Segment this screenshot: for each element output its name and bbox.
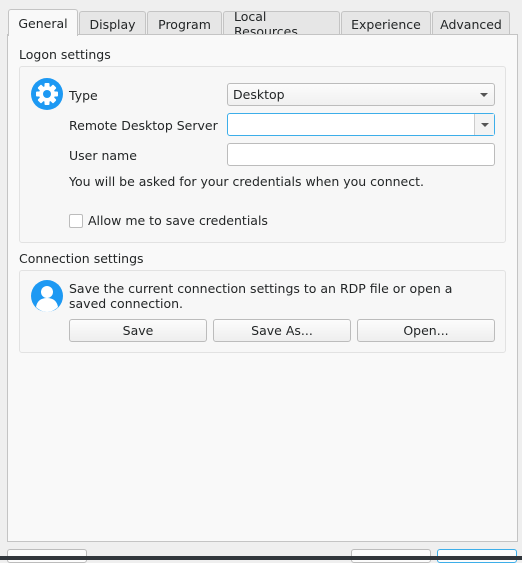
connection-description: Save the current connection settings to … bbox=[69, 281, 453, 311]
credentials-info: You will be asked for your credentials w… bbox=[69, 174, 424, 189]
taskbar bbox=[0, 556, 522, 560]
open-button-label: Open... bbox=[403, 323, 449, 338]
connection-settings-title: Connection settings bbox=[19, 251, 144, 266]
server-dropdown-button[interactable] bbox=[474, 114, 494, 135]
chevron-down-icon bbox=[480, 93, 488, 97]
tab-label: Advanced bbox=[440, 16, 502, 32]
allow-save-credentials-checkbox[interactable] bbox=[69, 214, 83, 228]
tab-label: Program bbox=[158, 16, 211, 32]
tab-label: Display bbox=[89, 16, 136, 32]
tab-label: General bbox=[18, 15, 68, 31]
type-label: Type bbox=[69, 88, 98, 103]
type-value: Desktop bbox=[233, 87, 285, 102]
tab-advanced[interactable]: Advanced bbox=[432, 11, 510, 36]
gear-icon bbox=[31, 78, 63, 110]
username-label: User name bbox=[69, 148, 137, 163]
server-label: Remote Desktop Server bbox=[69, 118, 218, 133]
username-input[interactable] bbox=[227, 143, 495, 166]
connection-settings-group: Save the current connection settings to … bbox=[19, 270, 506, 353]
tab-general[interactable]: General bbox=[8, 9, 78, 36]
tab-bar: General Display Program Local Resources … bbox=[8, 9, 511, 39]
tab-local-resources[interactable]: Local Resources bbox=[223, 9, 340, 39]
allow-save-credentials-label[interactable]: Allow me to save credentials bbox=[88, 213, 268, 228]
chevron-down-icon bbox=[481, 123, 489, 127]
open-button[interactable]: Open... bbox=[357, 319, 495, 342]
tab-panel-general: Logon settings Type Desktop Remote Deskt… bbox=[7, 34, 518, 542]
save-button[interactable]: Save bbox=[69, 319, 207, 342]
save-as-button-label: Save As... bbox=[251, 323, 313, 338]
save-button-label: Save bbox=[122, 323, 154, 338]
user-icon bbox=[31, 280, 63, 312]
server-combo-input[interactable] bbox=[227, 113, 495, 136]
type-select[interactable]: Desktop bbox=[227, 83, 495, 106]
tab-label: Experience bbox=[351, 16, 421, 32]
logon-settings-group: Type Desktop Remote Desktop Server User … bbox=[19, 66, 506, 243]
tab-program[interactable]: Program bbox=[147, 11, 222, 36]
tab-display[interactable]: Display bbox=[79, 11, 146, 36]
logon-settings-title: Logon settings bbox=[19, 47, 111, 62]
tab-experience[interactable]: Experience bbox=[341, 11, 431, 36]
save-as-button[interactable]: Save As... bbox=[213, 319, 351, 342]
